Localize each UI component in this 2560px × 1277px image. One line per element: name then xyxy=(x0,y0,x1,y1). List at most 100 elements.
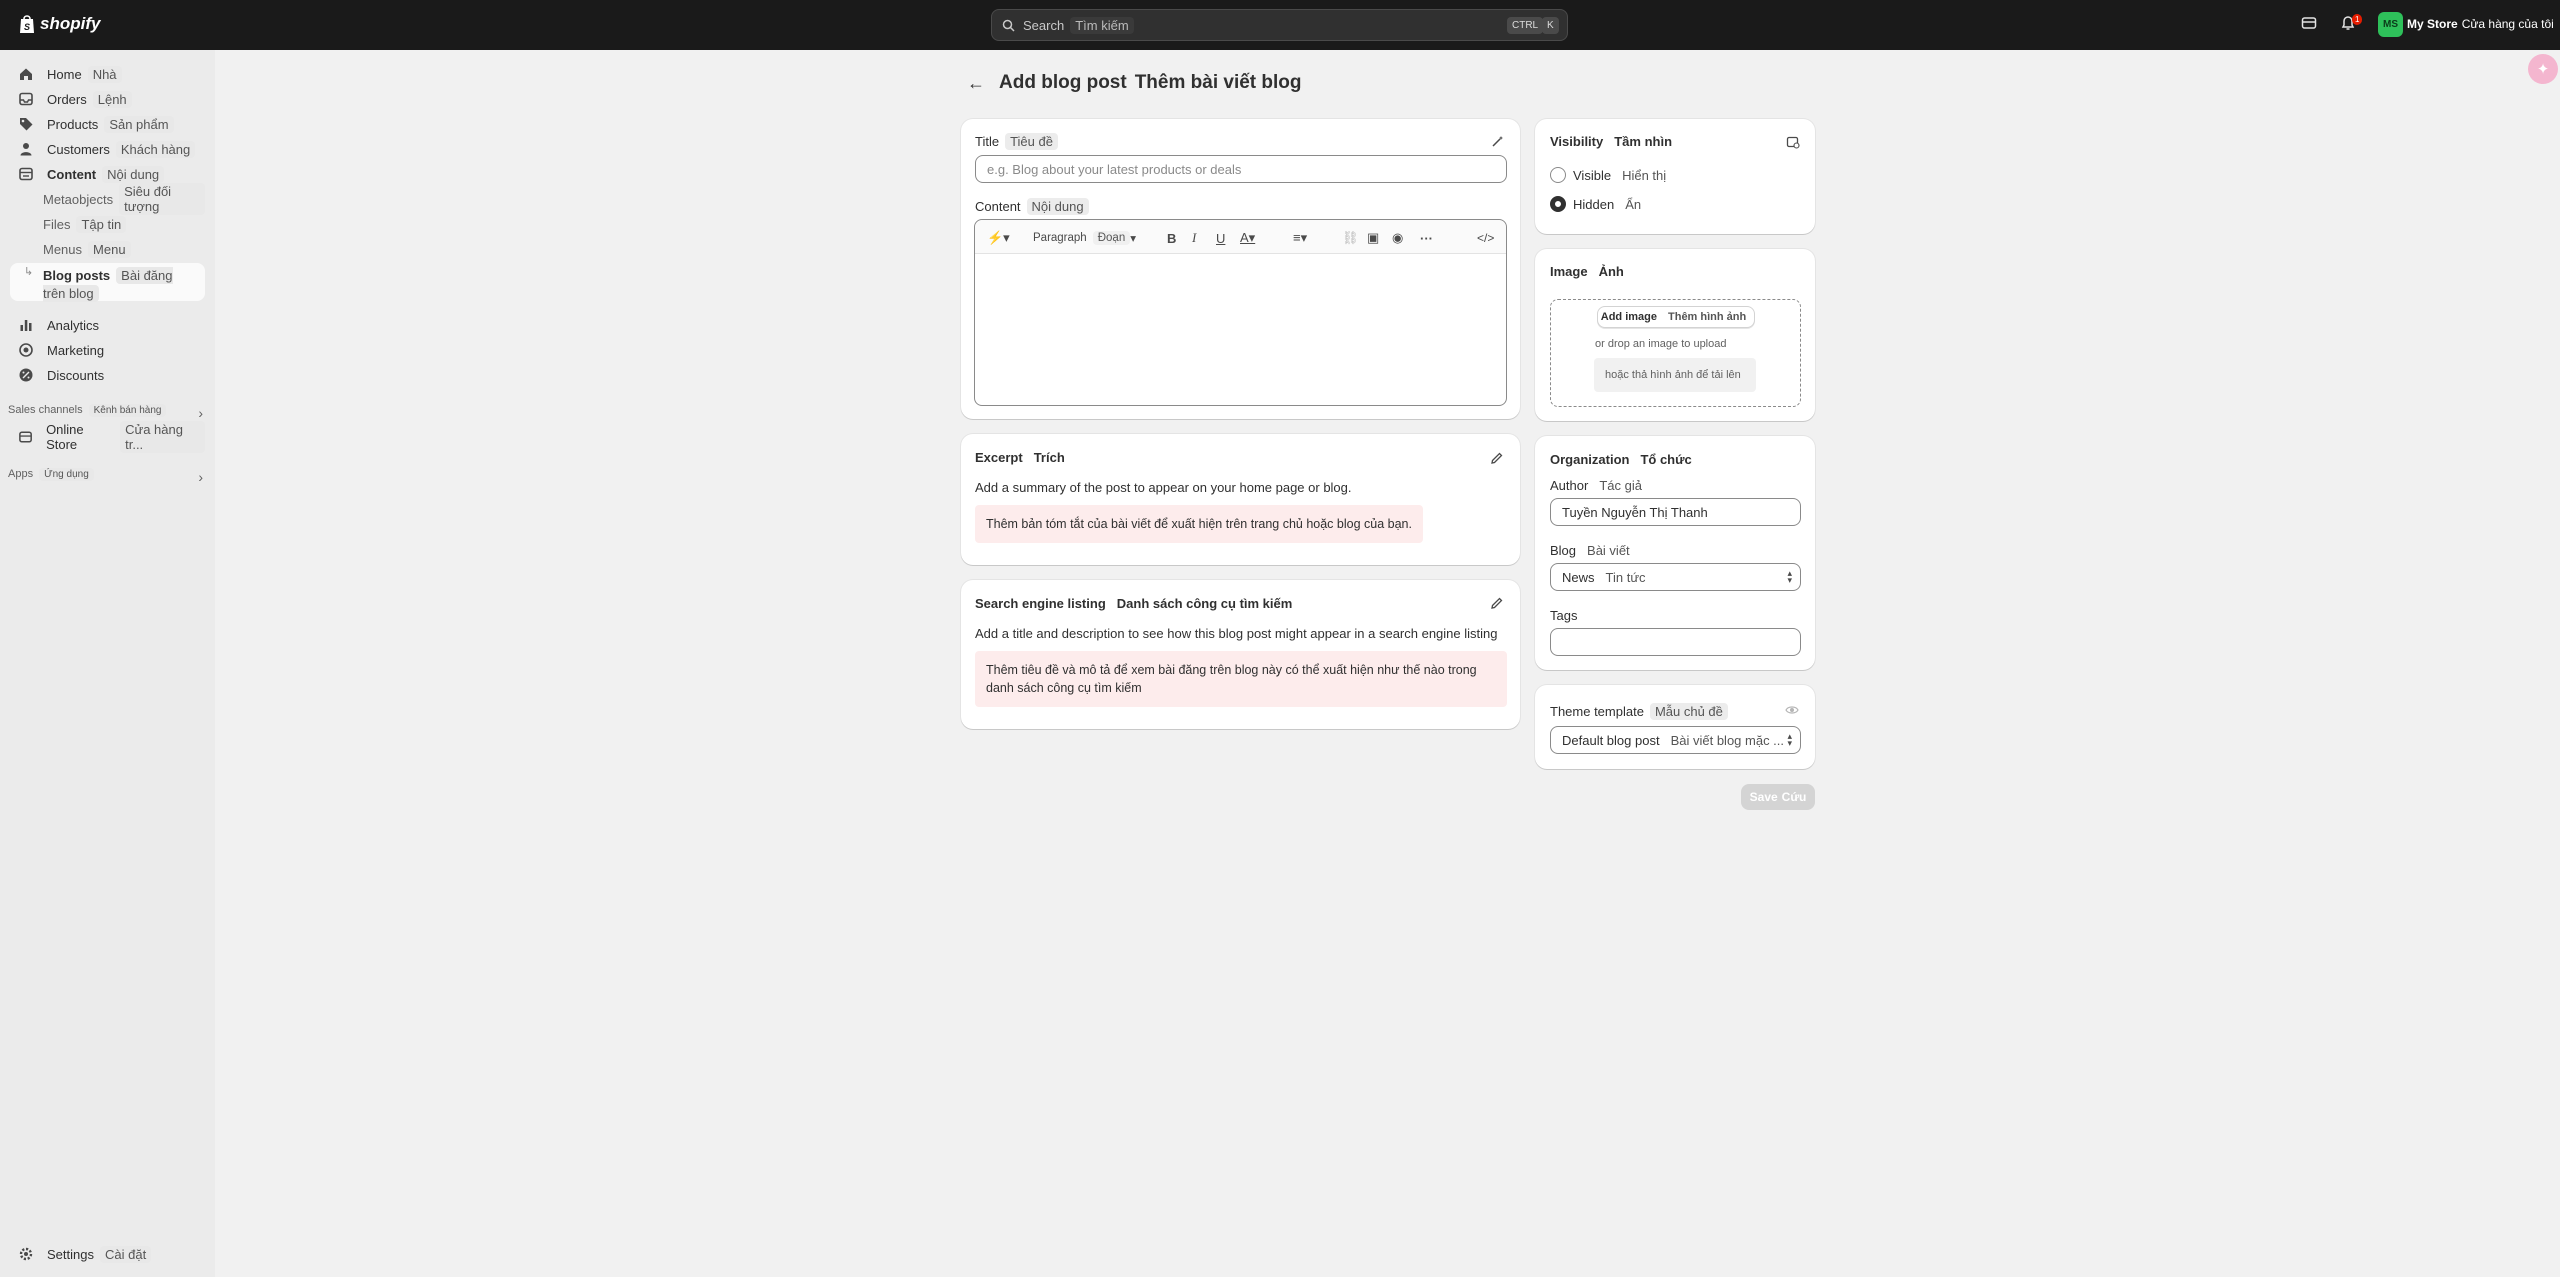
content-icon xyxy=(19,167,33,181)
hidden-label: Hidden Ẩn xyxy=(1573,197,1646,212)
blog-select[interactable]: News Tin tức ▴ ▾ xyxy=(1550,563,1801,591)
tag-icon xyxy=(20,118,33,131)
author-input[interactable]: Tuyền Nguyễn Thị Thanh xyxy=(1550,498,1801,526)
chevron-right-icon[interactable]: › xyxy=(198,405,203,421)
link-icon[interactable]: ⛓ xyxy=(1342,229,1359,247)
sidebar-label: Orders xyxy=(47,91,87,107)
search-bar[interactable]: Search Tìm kiếm CTRL K xyxy=(991,9,1568,41)
magic-wand-icon[interactable] xyxy=(1490,135,1504,149)
select-value: News xyxy=(1562,569,1595,585)
magic-sparkle-icon[interactable]: ✦ xyxy=(2528,54,2558,84)
hidden-radio[interactable] xyxy=(1550,196,1566,212)
button-label: Save xyxy=(1749,790,1778,804)
store-switch-icon[interactable] xyxy=(2301,15,2321,35)
sidebar-item-customers[interactable]: Customers Khách hàng xyxy=(10,137,205,161)
align-icon[interactable]: ≡▾ xyxy=(1293,229,1307,247)
tags-input[interactable] xyxy=(1550,628,1801,656)
sidebar-label: Files xyxy=(43,216,71,232)
italic-icon[interactable]: I xyxy=(1192,229,1196,247)
back-arrow-icon[interactable]: ← xyxy=(967,73,989,94)
bold-icon[interactable]: B xyxy=(1167,229,1176,247)
select-value: Default blog post xyxy=(1562,732,1660,748)
button-label-translation: Cứu xyxy=(1781,790,1807,804)
person-icon xyxy=(20,143,32,156)
sidebar-item-settings[interactable]: Settings Cài đặt xyxy=(10,1242,205,1266)
card-title: Excerpt xyxy=(975,450,1023,465)
text-color-icon[interactable]: A▾ xyxy=(1240,229,1255,247)
search-placeholder: Search xyxy=(1023,17,1065,33)
save-button[interactable]: Save Cứu xyxy=(1741,784,1815,810)
sidebar-label-translation: Nội dung xyxy=(102,165,165,183)
drop-text: or drop an image to upload xyxy=(1595,338,1727,350)
sidebar-item-orders[interactable]: Orders Lệnh xyxy=(10,87,205,111)
sidebar-item-home[interactable]: Home Nhà xyxy=(10,62,205,86)
home-icon xyxy=(20,68,32,80)
search-placeholder-translation: Tìm kiếm xyxy=(1070,16,1134,34)
sidebar-item-online-store[interactable]: Online Store Cửa hàng tr... xyxy=(10,421,205,453)
eye-icon[interactable] xyxy=(1785,703,1799,717)
page-header: ← Add blog post Thêm bài viết blog xyxy=(967,72,1302,94)
magic-format-icon[interactable]: ⚡▾ xyxy=(987,229,1010,247)
apps-heading[interactable]: Apps Ứng dụng xyxy=(8,468,94,481)
more-icon[interactable]: ··· xyxy=(1420,229,1433,247)
calendar-icon[interactable] xyxy=(1786,135,1800,149)
tree-branch-icon: ↳ xyxy=(24,266,34,278)
sidebar-label: Discounts xyxy=(47,367,105,383)
content-label: Content Nội dung xyxy=(975,198,1089,215)
sidebar-label-translation: Siêu đối tượng xyxy=(119,183,205,215)
sidebar-item-marketing[interactable]: Marketing xyxy=(10,338,205,362)
store-menu[interactable]: My Store Cửa hàng của tôi xyxy=(2407,17,2554,31)
add-image-button[interactable]: Add image Thêm hình ảnh xyxy=(1597,306,1755,328)
sidebar-label: Metaobjects xyxy=(43,191,114,207)
paragraph-translation: Đoạn xyxy=(1092,231,1131,245)
inbox-icon xyxy=(19,92,33,106)
sales-channels-heading[interactable]: Sales channels Kênh bán hàng xyxy=(8,404,167,417)
kbd-k: K xyxy=(1542,17,1559,34)
sidebar-label: Settings xyxy=(47,1246,94,1262)
visible-radio[interactable] xyxy=(1550,167,1566,183)
button-label-translation: Thêm hình ảnh xyxy=(1668,311,1747,323)
image-icon[interactable]: ▣ xyxy=(1367,229,1379,247)
sidebar: Home Nhà Orders Lệnh Products Sản phẩm Cust… xyxy=(0,50,215,1277)
seo-description: Add a title and description to see how t… xyxy=(975,626,1498,641)
tags-label: Tags xyxy=(1550,608,1578,623)
blog-label: Blog Bài viết xyxy=(1550,543,1635,558)
gear-icon xyxy=(19,1247,33,1261)
avatar[interactable]: MS xyxy=(2378,12,2403,37)
seo-description-translation: Thêm tiêu đề và mô tả để xem bài đăng tr… xyxy=(975,651,1507,707)
bar-chart-icon xyxy=(20,320,32,331)
sidebar-label: Home xyxy=(47,66,82,82)
page-title-translation: Thêm bài viết blog xyxy=(1134,72,1302,93)
content-editor[interactable]: ⚡▾ Paragraph Đoạn ▾ B I U A▾ ≡▾ ⛓ ▣ ◉ ··· … xyxy=(974,219,1507,406)
sidebar-item-products[interactable]: Products Sản phẩm xyxy=(10,112,205,136)
sidebar-item-blog-posts[interactable]: ↳ Blog posts Bài đăng trên blog xyxy=(10,263,205,302)
discount-icon xyxy=(19,368,33,382)
editor-toolbar: ⚡▾ Paragraph Đoạn ▾ B I U A▾ ≡▾ ⛓ ▣ ◉ ··· … xyxy=(975,220,1506,254)
svg-text:S: S xyxy=(24,22,30,32)
section-label: Apps xyxy=(8,468,34,480)
option-text: Visible xyxy=(1573,168,1612,183)
sidebar-item-discounts[interactable]: Discounts xyxy=(10,363,205,387)
chevron-right-icon[interactable]: › xyxy=(198,469,203,485)
sidebar-item-files[interactable]: Files Tập tin xyxy=(10,212,205,236)
button-label: Add image xyxy=(1600,311,1657,323)
paragraph-dropdown[interactable]: Paragraph Đoạn ▾ xyxy=(1033,229,1136,247)
sidebar-item-menus[interactable]: Menus Menu xyxy=(10,237,205,261)
label-text: Blog xyxy=(1550,543,1577,558)
shopify-logo[interactable]: S shopify xyxy=(18,14,100,34)
title-input[interactable]: e.g. Blog about your latest products or … xyxy=(975,155,1507,183)
sidebar-label: Online Store xyxy=(46,422,84,452)
target-icon xyxy=(19,343,33,357)
page-title: Add blog post xyxy=(999,72,1127,93)
underline-icon[interactable]: U xyxy=(1216,229,1225,247)
author-label: Author Tác giả xyxy=(1550,478,1647,493)
card-title-translation: Mẫu chủ đề xyxy=(1649,703,1728,720)
code-icon[interactable]: </> xyxy=(1477,229,1494,247)
video-icon[interactable]: ◉ xyxy=(1392,229,1403,247)
card-title-translation: Ảnh xyxy=(1598,264,1624,279)
theme-template-select[interactable]: Default blog post Bài viết blog mặc ... ▴ ▾ xyxy=(1550,726,1801,754)
edit-pencil-icon[interactable] xyxy=(1490,451,1504,465)
sidebar-item-metaobjects[interactable]: Metaobjects Siêu đối tượng xyxy=(10,183,205,215)
edit-pencil-icon[interactable] xyxy=(1490,596,1504,610)
sidebar-item-analytics[interactable]: Analytics xyxy=(10,313,205,337)
